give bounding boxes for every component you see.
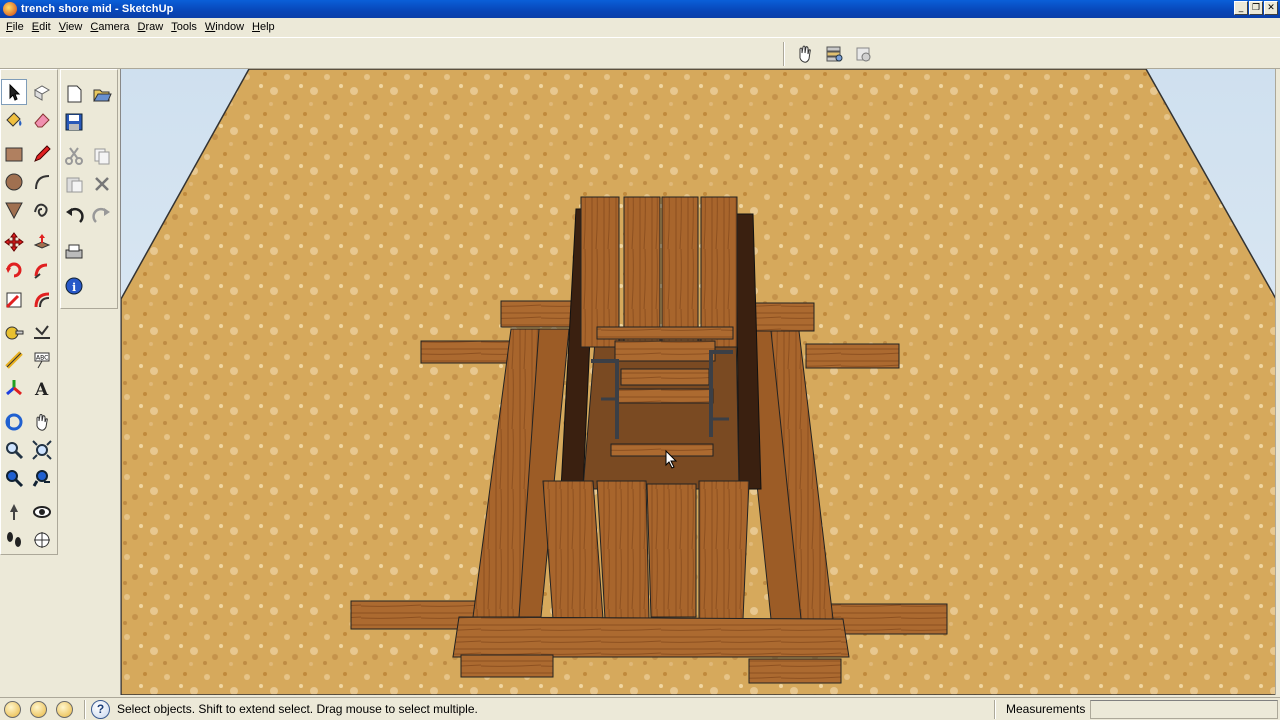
scale-icon[interactable] [1,287,27,313]
menu-file[interactable]: File [2,18,28,37]
select-icon[interactable] [1,79,27,105]
orbit-icon[interactable] [1,409,27,435]
zoom-icon[interactable] [1,437,27,463]
circle-icon[interactable] [1,169,27,195]
menu-view[interactable]: View [55,18,87,37]
offset-icon[interactable] [29,287,55,313]
pan-hand-icon[interactable] [792,43,818,65]
credits-icon[interactable] [30,701,47,718]
paste-icon[interactable] [61,171,87,197]
upright-boards-front [542,480,750,620]
rectangle-icon[interactable] [1,141,27,167]
menu-help[interactable]: Help [248,18,279,37]
menu-edit[interactable]: Edit [28,18,55,37]
status-separator [84,700,86,719]
svg-text:ABC: ABC [36,355,48,362]
look-around-icon[interactable] [29,499,55,525]
follow-me-icon[interactable] [29,257,55,283]
position-camera-icon[interactable] [1,499,27,525]
restore-button[interactable]: ❐ [1249,1,1263,15]
pan-icon[interactable] [29,409,55,435]
freehand-icon[interactable] [29,197,55,223]
axes-icon[interactable] [1,375,27,401]
polygon-icon[interactable] [1,197,27,223]
geolocation-icon[interactable] [4,701,21,718]
text-icon[interactable]: ABC [29,347,55,373]
model-info-icon[interactable]: i [61,273,87,299]
model-canvas[interactable] [121,69,1275,695]
rotate-icon[interactable] [1,257,27,283]
print-icon[interactable] [61,239,87,265]
new-icon[interactable] [61,81,87,107]
cut-icon[interactable] [61,143,87,169]
svg-text:A: A [34,380,49,398]
window-title: trench shore mid - SketchUp [21,3,174,15]
eraser-icon[interactable] [29,107,55,133]
model-viewport[interactable] [120,69,1275,695]
open-icon[interactable] [89,81,115,107]
paint-bucket-icon[interactable] [1,107,27,133]
menu-tools[interactable]: Tools [167,18,201,37]
title-bar: trench shore mid - SketchUp _ ❐ ✕ [0,0,1280,18]
zoom-window-icon[interactable] [1,465,27,491]
tape-measure-icon[interactable] [1,319,27,345]
svg-text:i: i [72,281,76,294]
top-toolbar [0,37,1280,69]
help-icon[interactable]: ? [91,700,110,719]
component-icon[interactable] [29,79,55,105]
undo-icon[interactable] [61,203,87,229]
menu-window[interactable]: Window [201,18,248,37]
delete-icon[interactable] [89,171,115,197]
status-bar: ? Select objects. Shift to extend select… [0,697,1280,720]
3d-text-icon[interactable]: A [29,375,55,401]
menu-camera[interactable]: Camera [86,18,133,37]
menu-draw[interactable]: Draw [134,18,168,37]
close-button[interactable]: ✕ [1264,1,1278,15]
layer-manager-icon[interactable] [821,43,847,65]
section-plane-icon[interactable] [29,527,55,553]
left-toolbar: ABC A i [0,69,120,695]
pencil-icon[interactable] [29,141,55,167]
minimize-button[interactable]: _ [1234,1,1248,15]
save-icon[interactable] [61,109,87,135]
dimension-icon[interactable] [1,347,27,373]
status-separator [994,700,996,719]
toolbar-divider [783,42,785,66]
push-pull-icon[interactable] [29,229,55,255]
sketchup-app-icon[interactable] [3,2,17,16]
status-hint-text: Select objects. Shift to extend select. … [117,702,478,716]
redo-icon[interactable] [89,203,115,229]
layers-icon[interactable] [850,43,876,65]
previous-view-icon[interactable] [29,465,55,491]
arc-icon[interactable] [29,169,55,195]
move-icon[interactable] [1,229,27,255]
right-edge-panel [1275,69,1280,695]
walk-icon[interactable] [1,527,27,553]
copy-icon[interactable] [89,143,115,169]
menu-bar: File Edit View Camera Draw Tools Window … [0,18,1280,37]
protractor-icon[interactable] [29,319,55,345]
measurements-label: Measurements [1006,702,1086,716]
measurements-input[interactable] [1090,700,1278,719]
zoom-extents-icon[interactable] [29,437,55,463]
upright-boards-back [580,196,738,348]
user-account-icon[interactable] [56,701,73,718]
